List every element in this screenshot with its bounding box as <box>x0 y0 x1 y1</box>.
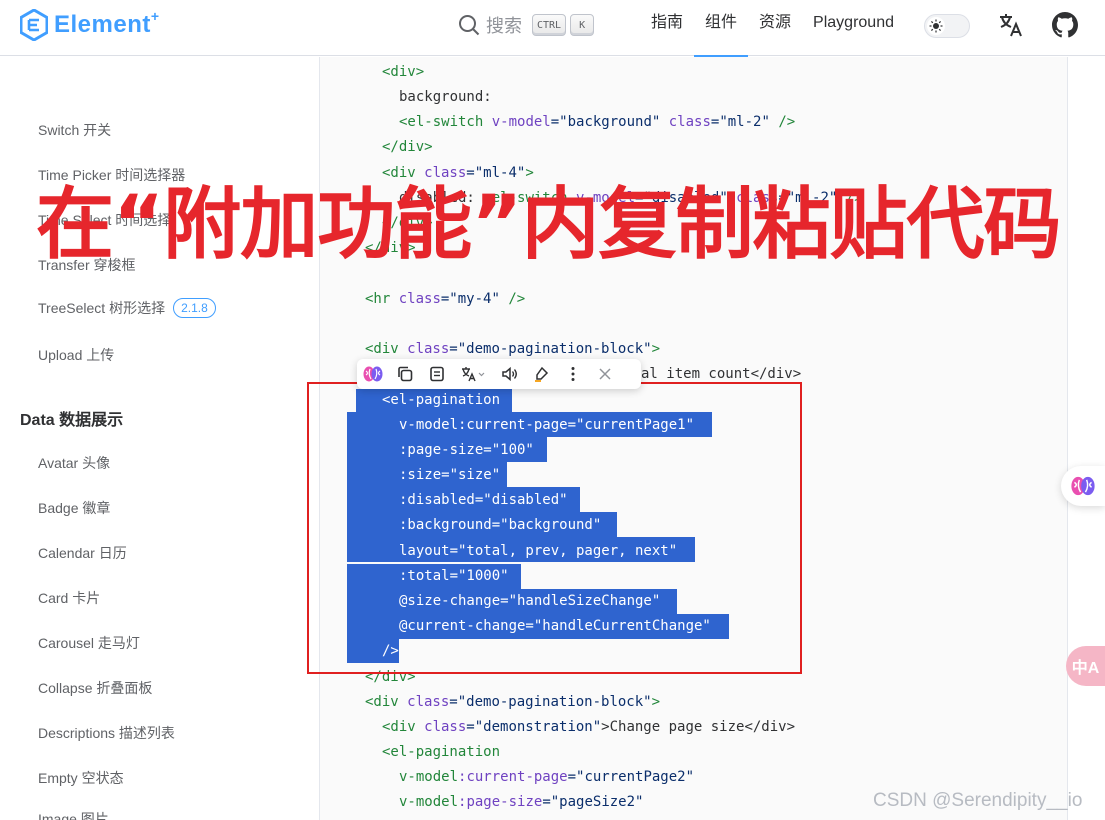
version-badge: 2.1.8 <box>173 298 216 318</box>
nav-guide[interactable]: 指南 <box>640 0 694 56</box>
theme-toggle[interactable] <box>924 14 970 38</box>
code-line-selected: :disabled="disabled" <box>399 492 568 508</box>
search-label: 搜索 <box>486 16 522 36</box>
sidebar-item-calendar[interactable]: Calendar 日历 <box>38 543 127 563</box>
code-line: <el-switch v-model="background" class="m… <box>399 114 796 130</box>
sidebar-item-image[interactable]: Image 图片 <box>38 809 109 820</box>
code-line: <div class="demonstration">Change page s… <box>382 719 796 735</box>
sidebar-item-badge[interactable]: Badge 徽章 <box>38 498 110 518</box>
code-line-selected: <el-pagination <box>382 392 501 408</box>
search-button[interactable]: 搜索 CTRL K <box>458 12 598 38</box>
code-line: v-model:page-size="pageSize2" <box>399 794 644 810</box>
highlight-button[interactable] <box>525 359 557 389</box>
sidebar-item-collapse[interactable]: Collapse 折叠面板 <box>38 678 152 698</box>
close-icon <box>599 368 611 380</box>
logo-plus: + <box>150 8 160 24</box>
code-line-selected: layout="total, prev, pager, next" <box>399 543 678 559</box>
code-line: <div class="demo-pagination-block"> <box>365 341 661 357</box>
sidebar-group-data: Data 数据展示 <box>20 412 124 429</box>
annotation-title: 在“附加功能”内复制粘贴代码 <box>36 180 1062 270</box>
ai-brain-button[interactable] <box>357 359 389 389</box>
translate-dropdown-button[interactable] <box>453 359 493 389</box>
code-line-selected: v-model:current-page="currentPage1" <box>399 417 695 433</box>
sidebar-item-tree-select[interactable]: TreeSelect 树形选择 2.1.8 <box>38 298 216 318</box>
translate-small-icon <box>462 367 485 382</box>
code-line-selected: :size="size" <box>399 467 501 483</box>
element-plus-logo[interactable]: Element + <box>20 8 160 41</box>
code-line-selected: @current-change="handleCurrentChange" <box>399 618 711 634</box>
more-vertical-icon <box>571 367 575 381</box>
sidebar-item-card[interactable]: Card 卡片 <box>38 588 100 608</box>
top-header: Element + 搜索 CTRL K 指南 组件 资源 Playground <box>0 0 1105 57</box>
code-line: al item count</div> <box>641 366 802 382</box>
github-icon[interactable] <box>1052 12 1078 43</box>
sidebar-item-avatar[interactable]: Avatar 头像 <box>38 453 110 473</box>
code-line-selected: /> <box>382 643 399 659</box>
nav-playground[interactable]: Playground <box>802 0 905 56</box>
sidebar-item-switch[interactable]: Switch 开关 <box>38 120 111 140</box>
code-line: <hr class="my-4" /> <box>365 291 526 307</box>
close-toolbar-button[interactable] <box>589 359 621 389</box>
nav-component[interactable]: 组件 <box>694 0 749 57</box>
code-line: </div> <box>382 139 433 155</box>
code-line: </div> <box>365 669 416 685</box>
floating-translate-button[interactable]: 中A <box>1066 646 1105 686</box>
sidebar-item-carousel[interactable]: Carousel 走马灯 <box>38 633 140 653</box>
copy-icon <box>398 366 413 382</box>
watermark: CSDN @Serendipity__io <box>873 790 1083 811</box>
read-aloud-button[interactable] <box>493 359 525 389</box>
floating-translate-label: 中A <box>1071 660 1100 677</box>
sidebar-item-label: TreeSelect 树形选择 <box>38 300 166 316</box>
more-button[interactable] <box>557 359 589 389</box>
selection-toolbar <box>357 359 641 389</box>
sidebar-item-empty[interactable]: Empty 空状态 <box>38 768 124 788</box>
translate-icon[interactable] <box>998 12 1024 43</box>
brain-icon <box>363 366 383 382</box>
code-line: background: <box>399 89 492 105</box>
document-icon <box>430 366 444 382</box>
logo-text: Element <box>54 11 151 38</box>
code-line-selected: :total="1000" <box>399 568 509 584</box>
search-icon <box>459 15 480 36</box>
floating-ai-button[interactable] <box>1061 466 1105 506</box>
element-logo-icon <box>20 9 48 41</box>
code-line-selected: @size-change="handleSizeChange" <box>399 593 661 609</box>
code-line: <el-pagination <box>382 744 501 760</box>
speaker-icon <box>502 366 517 382</box>
kbd-ctrl: CTRL <box>532 14 567 36</box>
code-line: <div class="demo-pagination-block"> <box>365 694 661 710</box>
copy-button[interactable] <box>389 359 421 389</box>
code-line: <div> <box>382 64 425 80</box>
nav-resource[interactable]: 资源 <box>748 0 802 56</box>
top-nav: 指南 组件 资源 Playground <box>640 0 905 57</box>
code-line-selected: :background="background" <box>399 517 602 533</box>
kbd-k: K <box>570 14 595 36</box>
sun-icon <box>927 17 945 35</box>
highlighter-icon <box>535 366 549 382</box>
sidebar-item-descriptions[interactable]: Descriptions 描述列表 <box>38 723 175 743</box>
sidebar-item-upload[interactable]: Upload 上传 <box>38 345 114 365</box>
summarize-button[interactable] <box>421 359 453 389</box>
code-line: v-model:current-page="currentPage2" <box>399 769 695 785</box>
brain-icon <box>1071 476 1095 496</box>
code-line-selected: :page-size="100" <box>399 442 534 458</box>
